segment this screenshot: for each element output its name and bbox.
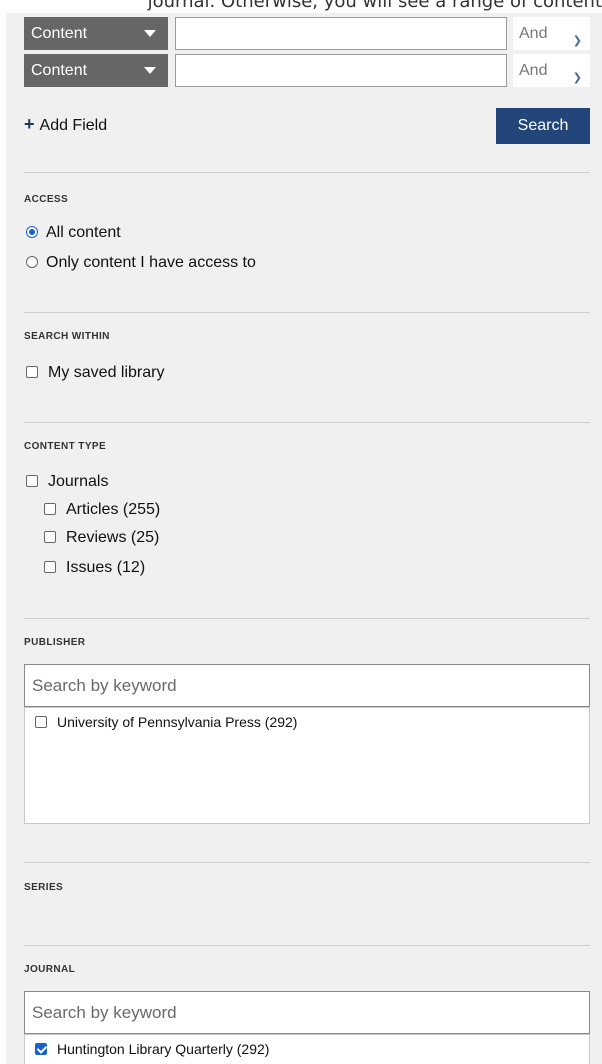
boolean-operator-select[interactable]: And ❯ (513, 54, 590, 87)
radio-only-access[interactable]: Only content I have access to (26, 254, 256, 272)
chevron-down-icon: ❯ (572, 72, 582, 84)
checkbox-checked-icon (35, 1043, 47, 1055)
boolean-operator-label: And (519, 62, 548, 79)
checkbox-icon (35, 716, 47, 728)
radio-label: Only content I have access to (46, 254, 256, 271)
radio-label: All content (46, 224, 121, 241)
checkbox-label: My saved library (48, 364, 165, 381)
radio-all-content[interactable]: All content (26, 224, 121, 242)
checkbox-issues[interactable]: Issues (12) (44, 559, 145, 577)
publisher-results-list: University of Pennsylvania Press (292) (24, 707, 590, 824)
radio-selected-icon (26, 226, 38, 238)
checkbox-publisher-upenn[interactable]: University of Pennsylvania Press (292) (25, 708, 589, 730)
intro-text: journal. Otherwise, you will see a range… (147, 0, 602, 12)
section-title-search-within: SEARCH WITHIN (24, 331, 110, 342)
checkbox-label: Huntington Library Quarterly (292) (57, 1041, 270, 1057)
checkbox-icon (26, 366, 38, 378)
radio-icon (26, 256, 38, 268)
section-title-access: ACCESS (24, 194, 69, 205)
field-select[interactable]: Content (24, 17, 168, 50)
divider (24, 422, 590, 423)
add-field-label: Add Field (39, 117, 108, 134)
section-title-series: SERIES (24, 882, 64, 893)
boolean-operator-label: And (519, 25, 548, 42)
search-term-input[interactable] (175, 17, 507, 50)
search-row: Content And ❯ (24, 54, 590, 87)
caret-down-icon (144, 30, 156, 37)
divider (24, 172, 590, 173)
boolean-operator-select[interactable]: And ❯ (513, 17, 590, 50)
checkbox-reviews[interactable]: Reviews (25) (44, 529, 159, 547)
caret-down-icon (144, 67, 156, 74)
divider (24, 618, 590, 619)
section-title-publisher: PUBLISHER (24, 637, 86, 648)
search-term-input[interactable] (175, 54, 507, 87)
checkbox-icon (44, 531, 56, 543)
divider (24, 862, 590, 863)
journal-results-list: Huntington Library Quarterly (292) (24, 1034, 590, 1064)
checkbox-journal-huntington[interactable]: Huntington Library Quarterly (292) (25, 1035, 589, 1057)
checkbox-label: Journals (48, 473, 109, 490)
plus-icon: + (24, 114, 35, 134)
field-select[interactable]: Content (24, 54, 168, 87)
field-select-label: Content (31, 62, 88, 79)
checkbox-icon (44, 561, 56, 573)
checkbox-saved-library[interactable]: My saved library (26, 364, 164, 382)
checkbox-label: Articles (255) (66, 501, 161, 518)
field-select-label: Content (31, 25, 88, 42)
publisher-search-input[interactable] (24, 664, 590, 707)
checkbox-icon (26, 475, 38, 487)
journal-search-input[interactable] (24, 991, 590, 1034)
checkbox-icon (44, 503, 56, 515)
section-title-content-type: CONTENT TYPE (24, 441, 107, 452)
checkbox-journals[interactable]: Journals (26, 473, 108, 491)
checkbox-label: Reviews (25) (66, 529, 160, 546)
checkbox-label: Issues (12) (66, 559, 146, 576)
search-row: Content And ❯ (24, 17, 590, 50)
checkbox-articles[interactable]: Articles (255) (44, 501, 160, 519)
section-title-journal: JOURNAL (24, 964, 76, 975)
checkbox-label: University of Pennsylvania Press (292) (57, 714, 298, 730)
divider (24, 945, 590, 946)
search-button[interactable]: Search (496, 108, 590, 144)
add-field-button[interactable]: + Add Field (24, 114, 107, 135)
divider (24, 312, 590, 313)
